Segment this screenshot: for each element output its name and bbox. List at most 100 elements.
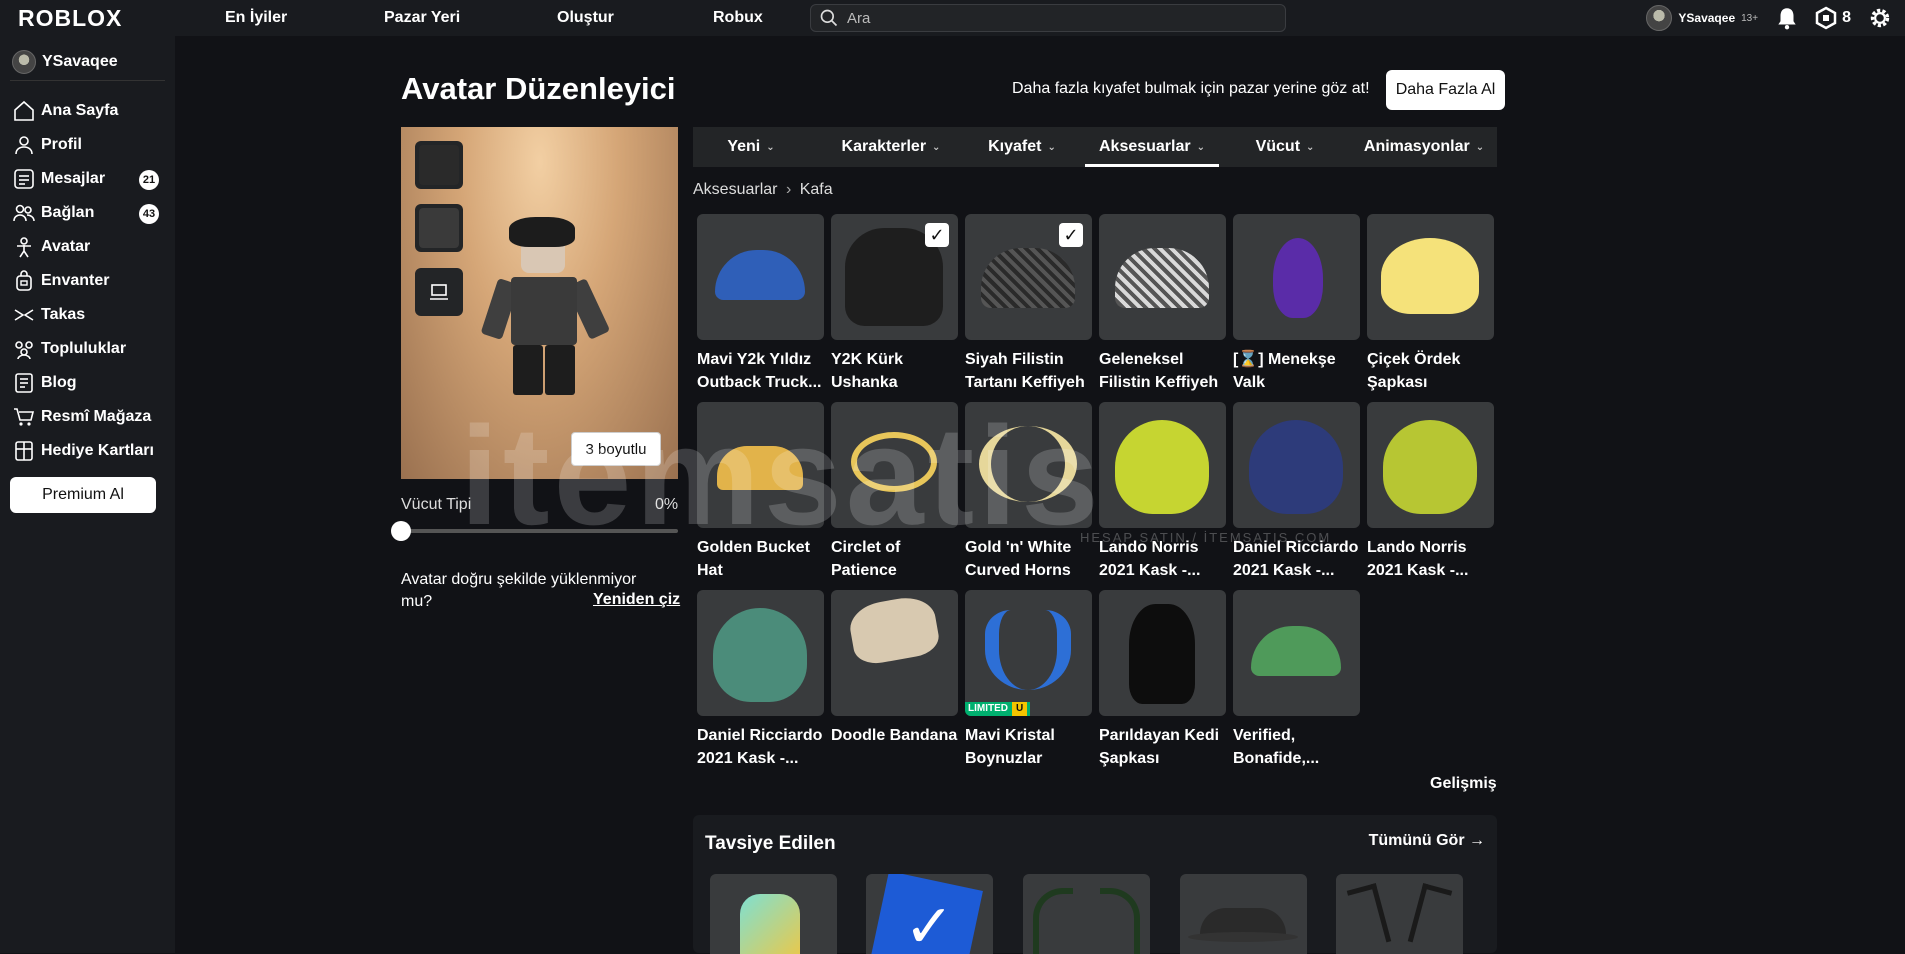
bell-icon[interactable] xyxy=(1774,5,1800,31)
item-name[interactable]: Çiçek Ördek Şapkası xyxy=(1367,348,1497,394)
premium-button[interactable]: Premium Al xyxy=(10,477,156,513)
tab-characters[interactable]: Karakterler ⌄ xyxy=(809,127,973,167)
nav-create[interactable]: Oluştur xyxy=(557,9,614,27)
nav-robux[interactable]: Robux xyxy=(713,9,763,27)
sidebar-item-messages[interactable]: Mesajlar 21 xyxy=(12,164,167,194)
item-name[interactable]: Verified, Bonafide,... xyxy=(1233,724,1363,770)
item-card[interactable]: Verified, Bonafide,... xyxy=(1233,590,1360,770)
avatar-preview[interactable] xyxy=(401,127,678,479)
sidebar-item-profile[interactable]: Profil xyxy=(12,130,167,160)
gear-icon[interactable] xyxy=(1867,5,1893,31)
sidebar-user[interactable]: YSavaqee xyxy=(12,50,118,74)
item-thumbnail[interactable] xyxy=(1233,590,1360,716)
sidebar-item-inventory[interactable]: Envanter xyxy=(12,266,167,296)
item-name[interactable]: Y2K Kürk Ushanka (Siyah... xyxy=(831,348,961,394)
item-thumbnail[interactable]: ✓ xyxy=(831,214,958,340)
item-card[interactable]: LIMITED U Mavi Kristal Boynuzlar xyxy=(965,590,1092,770)
breadcrumb-parent[interactable]: Aksesuarlar xyxy=(693,181,777,198)
item-card[interactable]: Golden Bucket Hat xyxy=(697,402,824,582)
search-input[interactable] xyxy=(847,9,1247,27)
user-avatar[interactable] xyxy=(1646,5,1673,31)
nav-charts[interactable]: En İyiler xyxy=(225,9,287,27)
item-card[interactable]: Parıldayan Kedi Şapkası xyxy=(1099,590,1226,770)
tab-body[interactable]: Vücut ⌄ xyxy=(1219,127,1351,167)
item-card[interactable]: ✓ Y2K Kürk Ushanka (Siyah... xyxy=(831,214,958,394)
search-box[interactable] xyxy=(810,4,1286,32)
item-name[interactable]: Daniel Ricciardo 2021 Kask -... xyxy=(1233,536,1363,582)
item-thumbnail[interactable]: LIMITED U xyxy=(965,590,1092,716)
item-card[interactable]: Circlet of Patience xyxy=(831,402,958,582)
get-more-button[interactable]: Daha Fazla Al xyxy=(1386,70,1505,110)
sidebar-item-connect[interactable]: Bağlan 43 xyxy=(12,198,167,228)
recommended-item[interactable] xyxy=(1180,874,1307,954)
item-name[interactable]: Gold 'n' White Curved Horns xyxy=(965,536,1095,582)
item-thumbnail[interactable] xyxy=(697,590,824,716)
item-name[interactable]: Doodle Bandana xyxy=(831,724,961,770)
item-name[interactable]: Lando Norris 2021 Kask -... xyxy=(1367,536,1497,582)
computer-icon[interactable] xyxy=(415,268,463,316)
sidebar-item-blog[interactable]: Blog xyxy=(12,368,167,398)
item-card[interactable]: Mavi Y2k Yıldız Outback Truck... xyxy=(697,214,824,394)
roblox-logo[interactable]: ROBLOX xyxy=(18,5,122,32)
item-name[interactable]: Mavi Kristal Boynuzlar xyxy=(965,724,1095,770)
recommended-item[interactable] xyxy=(1336,874,1463,954)
body-type-slider-thumb[interactable] xyxy=(391,521,411,541)
item-thumbnail[interactable] xyxy=(1233,214,1360,340)
recommended-item[interactable]: ✓ xyxy=(866,874,993,954)
sidebar-item-trade[interactable]: Takas xyxy=(12,300,167,330)
sidebar-item-avatar[interactable]: Avatar xyxy=(12,232,167,262)
item-card[interactable]: Lando Norris 2021 Kask -... xyxy=(1099,402,1226,582)
worn-item-thumb[interactable] xyxy=(415,204,463,252)
tab-animations[interactable]: Animasyonlar ⌄ xyxy=(1351,127,1497,167)
item-name[interactable]: Geleneksel Filistin Keffiyeh xyxy=(1099,348,1229,394)
item-name[interactable]: Daniel Ricciardo 2021 Kask -... xyxy=(697,724,827,770)
item-card[interactable]: Çiçek Ördek Şapkası xyxy=(1367,214,1494,394)
item-name[interactable]: Mavi Y2k Yıldız Outback Truck... xyxy=(697,348,827,394)
sidebar-item-giftcards[interactable]: Hediye Kartları xyxy=(12,436,167,466)
item-thumbnail[interactable] xyxy=(1233,402,1360,528)
redraw-link[interactable]: Yeniden çiz xyxy=(593,591,680,609)
see-all-link[interactable]: Tümünü Gör → xyxy=(1369,832,1485,850)
item-name[interactable]: Golden Bucket Hat xyxy=(697,536,827,582)
item-card[interactable]: Daniel Ricciardo 2021 Kask -... xyxy=(1233,402,1360,582)
tab-clothing[interactable]: Kıyafet ⌄ xyxy=(973,127,1071,167)
item-name[interactable]: Siyah Filistin Tartanı Keffiyeh xyxy=(965,348,1095,394)
top-username[interactable]: YSavaqee xyxy=(1678,11,1735,25)
checkmark-icon[interactable]: ✓ xyxy=(925,223,949,247)
advanced-link[interactable]: Gelişmiş xyxy=(1430,775,1497,793)
robux-icon[interactable] xyxy=(1814,6,1838,30)
item-card[interactable]: Lando Norris 2021 Kask -... xyxy=(1367,402,1494,582)
recommended-item[interactable] xyxy=(1023,874,1150,954)
item-thumbnail[interactable] xyxy=(831,590,958,716)
robux-count[interactable]: 8 xyxy=(1842,9,1851,27)
item-card[interactable]: Geleneksel Filistin Keffiyeh xyxy=(1099,214,1226,394)
checkmark-icon[interactable]: ✓ xyxy=(1059,223,1083,247)
item-thumbnail[interactable] xyxy=(965,402,1092,528)
item-thumbnail[interactable] xyxy=(1099,214,1226,340)
worn-item-thumb[interactable] xyxy=(415,141,463,189)
item-thumbnail[interactable]: ✓ xyxy=(965,214,1092,340)
recommended-item[interactable] xyxy=(710,874,837,954)
sidebar-item-home[interactable]: Ana Sayfa xyxy=(12,96,167,126)
item-thumbnail[interactable] xyxy=(1367,402,1494,528)
item-thumbnail[interactable] xyxy=(1367,214,1494,340)
tab-new[interactable]: Yeni ⌄ xyxy=(693,127,809,167)
item-card[interactable]: Gold 'n' White Curved Horns xyxy=(965,402,1092,582)
tab-accessories[interactable]: Aksesuarlar ⌄ xyxy=(1085,127,1219,167)
item-card[interactable]: [⌛] Menekşe Valk xyxy=(1233,214,1360,394)
body-type-slider[interactable] xyxy=(401,529,678,533)
item-card[interactable]: Doodle Bandana xyxy=(831,590,958,770)
item-name[interactable]: Lando Norris 2021 Kask -... xyxy=(1099,536,1229,582)
item-card[interactable]: ✓ Siyah Filistin Tartanı Keffiyeh xyxy=(965,214,1092,394)
sidebar-item-store[interactable]: Resmî Mağaza xyxy=(12,402,167,432)
item-name[interactable]: Circlet of Patience xyxy=(831,536,961,582)
item-thumbnail[interactable] xyxy=(1099,590,1226,716)
item-name[interactable]: [⌛] Menekşe Valk xyxy=(1233,348,1363,394)
item-name[interactable]: Parıldayan Kedi Şapkası xyxy=(1099,724,1229,770)
nav-marketplace[interactable]: Pazar Yeri xyxy=(384,9,460,27)
toggle-3d-button[interactable]: 3 boyutlu xyxy=(571,432,661,466)
item-thumbnail[interactable] xyxy=(697,214,824,340)
item-card[interactable]: Daniel Ricciardo 2021 Kask -... xyxy=(697,590,824,770)
item-thumbnail[interactable] xyxy=(697,402,824,528)
item-thumbnail[interactable] xyxy=(1099,402,1226,528)
